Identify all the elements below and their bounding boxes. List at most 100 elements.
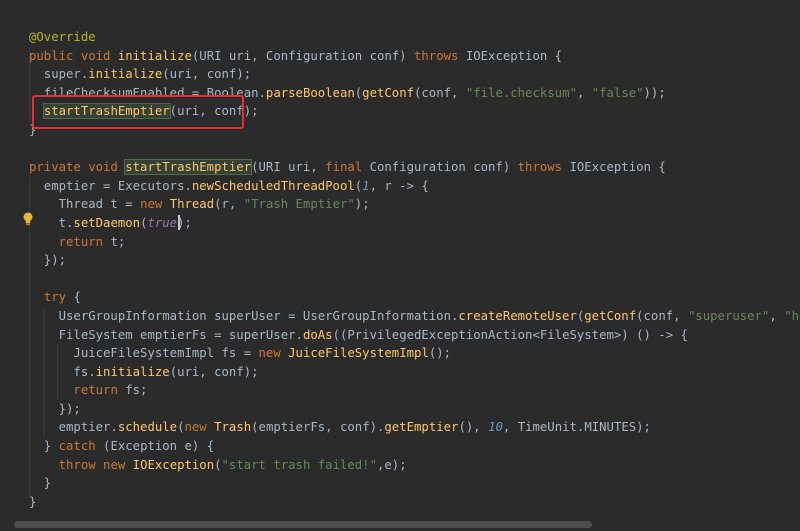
code-token: try	[43, 290, 74, 305]
code-token: return	[73, 383, 126, 398]
code-line[interactable]: private void startTrashEmptier(URI uri, …	[29, 158, 800, 177]
code-line[interactable]: JuiceFileSystemImpl fs = new JuiceFileSy…	[29, 344, 800, 363]
code-token: UserGroupInformation superUser = UserGro…	[29, 308, 459, 323]
code-token: "false"	[591, 85, 644, 100]
code-token: setDaemon	[73, 215, 141, 230]
code-token: , r -> {	[369, 178, 429, 193]
highlight-annotation-box	[32, 95, 244, 129]
code-line[interactable]: return fs;	[29, 381, 800, 400]
code-token: doAs	[302, 327, 333, 342]
code-token: }	[29, 476, 52, 491]
code-line[interactable]: throw new IOException("start trash faile…	[29, 456, 800, 475]
code-token: Configuration conf)	[369, 160, 518, 175]
code-line[interactable]	[29, 270, 800, 289]
code-token: emptier = Executors.	[29, 178, 192, 193]
code-token: new	[258, 346, 289, 361]
horizontal-scrollbar[interactable]	[0, 518, 800, 531]
code-token: "hdfs"	[784, 308, 800, 323]
code-token: Trash	[214, 420, 252, 435]
code-line[interactable]: UserGroupInformation superUser = UserGro…	[29, 307, 800, 326]
code-token: {	[73, 290, 81, 305]
code-token: schedule	[117, 420, 178, 435]
code-line[interactable]: });	[29, 251, 800, 270]
code-token: t.	[29, 215, 74, 230]
code-token: fs.	[29, 364, 96, 379]
code-token: true	[147, 215, 178, 230]
code-token: ,	[576, 85, 592, 100]
code-token: return	[58, 234, 111, 249]
code-token: throw new	[58, 457, 133, 472]
code-token: );	[354, 197, 370, 212]
code-token: "Trash Emptier"	[243, 197, 355, 212]
code-line[interactable]: super.initialize(uri, conf);	[29, 65, 800, 84]
code-token: (URI uri,	[251, 160, 326, 175]
code-line[interactable]: Thread t = new Thread(r, "Trash Emptier"…	[29, 195, 800, 214]
code-token: (uri, conf);	[162, 67, 252, 82]
code-line[interactable]: @Override	[29, 28, 800, 47]
code-token: ();	[428, 346, 452, 361]
code-token: (conf,	[414, 85, 466, 100]
code-token: ,e);	[377, 457, 407, 472]
code-token: final	[325, 160, 370, 175]
code-token: (uri, conf);	[169, 364, 259, 379]
code-line[interactable]: }	[29, 474, 800, 493]
code-token: (r,	[214, 197, 244, 212]
code-line[interactable]: t.setDaemon(true);	[29, 214, 800, 233]
code-token: FileSystem emptierFs = superUser.	[29, 327, 303, 342]
code-token: }	[29, 439, 59, 454]
code-token: (	[214, 457, 222, 472]
code-token: @Override	[29, 30, 96, 44]
code-token: IOException {	[569, 160, 666, 175]
code-token: "start trash failed!"	[221, 457, 377, 472]
code-token: createRemoteUser	[458, 308, 577, 323]
code-line[interactable]: FileSystem emptierFs = superUser.doAs((P…	[29, 326, 800, 345]
code-token: (URI uri, Configuration conf)	[191, 48, 414, 63]
code-token: throws	[517, 160, 570, 175]
code-token: getConf	[362, 85, 414, 100]
code-token: Thread t =	[29, 197, 141, 212]
code-token: parseBoolean	[265, 85, 355, 100]
scrollbar-thumb[interactable]	[14, 521, 592, 528]
code-token: catch	[58, 439, 104, 454]
code-line[interactable]: }	[29, 493, 800, 512]
code-token: initialize	[117, 48, 192, 63]
code-token: , TimeUnit.MINUTES);	[502, 420, 651, 435]
code-token: (),	[458, 420, 489, 435]
code-line[interactable]: try {	[29, 288, 800, 307]
code-token: (emptierFs, conf).	[251, 420, 385, 435]
lightbulb-icon[interactable]	[22, 212, 34, 226]
code-line[interactable]: emptier = Executors.newScheduledThreadPo…	[29, 177, 800, 196]
code-token: newScheduledThreadPool	[191, 178, 355, 193]
code-token: (conf,	[636, 308, 688, 323]
code-token: super.	[29, 67, 89, 82]
code-line[interactable]: emptier.schedule(new Trash(emptierFs, co…	[29, 418, 800, 437]
code-token: "file.checksum"	[465, 85, 577, 100]
code-line[interactable]: fs.initialize(uri, conf);	[29, 363, 800, 382]
code-line[interactable]: public void initialize(URI uri, Configur…	[29, 47, 800, 66]
code-line[interactable]: return t;	[29, 233, 800, 252]
code-line[interactable]: });	[29, 400, 800, 419]
code-token: ((PrivilegedExceptionAction<FileSystem>)…	[332, 327, 688, 342]
code-token: initialize	[95, 364, 170, 379]
code-token: initialize	[88, 67, 163, 82]
code-token: });	[29, 401, 81, 416]
code-line[interactable]: } catch (Exception e) {	[29, 437, 800, 456]
code-token: t;	[110, 234, 126, 249]
code-token: }	[29, 494, 37, 509]
code-token: });	[29, 253, 67, 268]
code-editor[interactable]: @Override public void initialize(URI uri,…	[0, 0, 800, 518]
code-token: fs;	[125, 383, 148, 398]
code-token: "superuser"	[687, 308, 770, 323]
code-token: JuiceFileSystemImpl fs =	[29, 346, 259, 361]
code-token: (Exception e) {	[103, 439, 215, 454]
code-line[interactable]	[29, 140, 800, 159]
text-caret	[178, 215, 180, 230]
code-token: ));	[643, 85, 666, 100]
code-token: IOException {	[465, 48, 563, 63]
code-token: getConf	[584, 308, 637, 323]
code-token: 10	[488, 420, 503, 435]
code-token: throws	[414, 48, 466, 63]
